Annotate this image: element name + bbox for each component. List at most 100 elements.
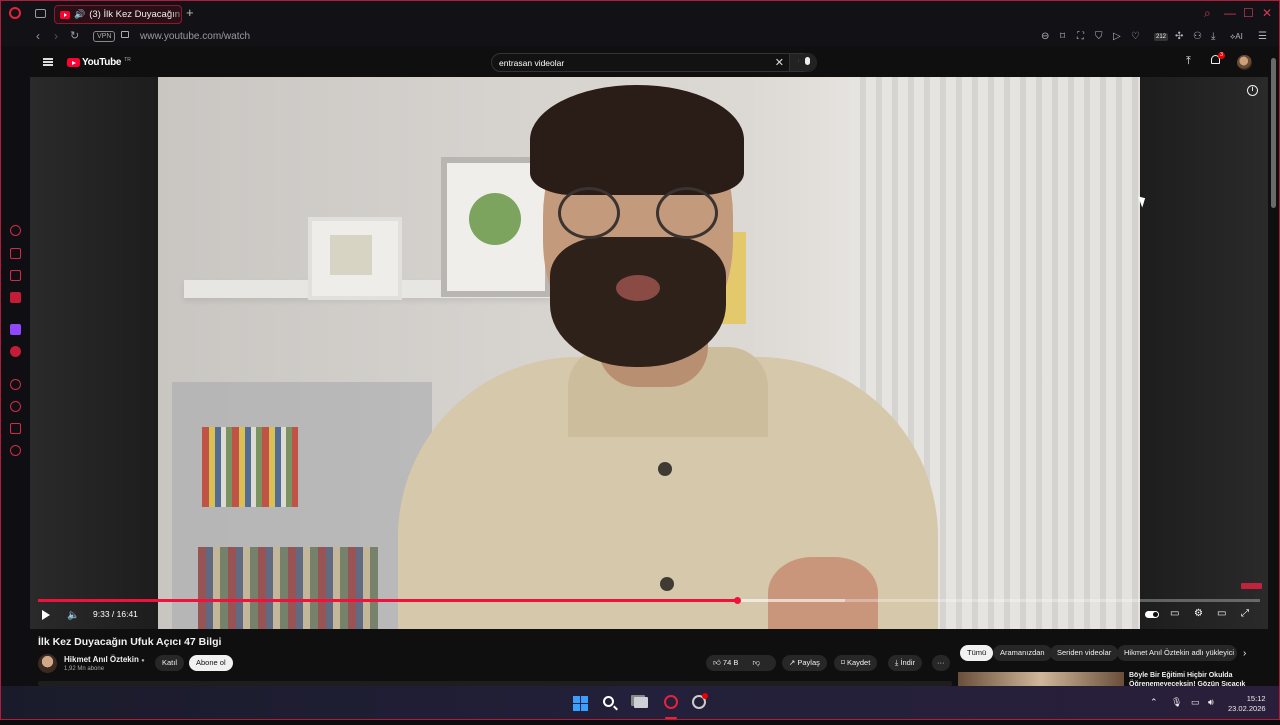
- share-button[interactable]: ↗ Paylaş: [782, 655, 827, 671]
- channel-avatar[interactable]: [38, 654, 57, 673]
- extensions-sidebar-icon[interactable]: [10, 423, 21, 434]
- scrubber-handle[interactable]: [733, 597, 741, 604]
- youtube-play-icon: [67, 58, 80, 67]
- new-tab-button[interactable]: +: [186, 5, 194, 20]
- time-display: 9:33 / 16:41: [93, 609, 138, 619]
- aria-ai-button[interactable]: ⟡AI: [1230, 32, 1243, 42]
- player-sidebar-icon[interactable]: [10, 379, 21, 390]
- chip-from-search[interactable]: Aramanızdan: [993, 645, 1052, 661]
- reload-icon[interactable]: ↻: [70, 29, 79, 42]
- forward-icon[interactable]: ›: [54, 29, 58, 43]
- more-actions-button[interactable]: ···: [932, 655, 950, 671]
- downloads-icon[interactable]: ⤓: [1211, 31, 1215, 42]
- shirt-button: [660, 577, 674, 591]
- tab-audio-icon[interactable]: 🔊: [74, 9, 85, 20]
- microphone-icon[interactable]: 🎙︎: [1171, 697, 1182, 708]
- search-input[interactable]: entrasan videolar ✕: [491, 53, 790, 72]
- page-scrollbar[interactable]: [1268, 46, 1280, 686]
- info-icon[interactable]: i: [1247, 85, 1258, 96]
- url-field[interactable]: www.youtube.com/watch: [140, 31, 250, 42]
- save-button[interactable]: ⌑ Kaydet: [834, 655, 878, 671]
- scrollbar-thumb[interactable]: [1271, 58, 1276, 208]
- notifications-badge: 3: [1218, 52, 1225, 59]
- zoom-icon[interactable]: ⊖: [1041, 31, 1049, 42]
- tab-manager-icon[interactable]: [35, 9, 46, 18]
- player-icon[interactable]: ▷: [1113, 31, 1121, 42]
- gx-app-taskbar-icon[interactable]: [692, 693, 708, 709]
- display-icon[interactable]: ▭: [1191, 697, 1200, 708]
- ublock-icon[interactable]: [10, 346, 21, 357]
- channel-name-text: Hikmet Anıl Öztekin: [64, 655, 139, 664]
- lock-icon[interactable]: [121, 31, 129, 38]
- minimize-button[interactable]: —: [1224, 6, 1236, 20]
- taskbar-clock[interactable]: 15:12 23.02.2026: [1228, 694, 1266, 714]
- settings-icon[interactable]: [10, 445, 21, 456]
- download-button[interactable]: ⤓ İndir: [888, 655, 922, 671]
- books-lower: [198, 547, 378, 629]
- account-avatar[interactable]: [1237, 55, 1252, 70]
- settings-gear-icon[interactable]: ⚙: [1194, 608, 1203, 619]
- opera-gx-menu-icon[interactable]: [9, 7, 21, 19]
- windows-start-icon[interactable]: [573, 696, 588, 711]
- hamburger-menu-icon[interactable]: [43, 58, 53, 60]
- chip-all[interactable]: Tümü: [960, 645, 994, 661]
- ambient-right: [1140, 77, 1268, 629]
- like-button[interactable]: 👍︎ 74 B: [713, 658, 738, 667]
- like-dislike-group: 👍︎ 74 B 👎︎: [706, 655, 776, 671]
- dislike-icon[interactable]: 👎︎: [752, 658, 760, 667]
- autoplay-toggle[interactable]: [1145, 611, 1159, 618]
- shield-icon[interactable]: ⛉: [1095, 31, 1103, 42]
- back-icon[interactable]: ‹: [36, 29, 40, 43]
- suggestion-title[interactable]: Böyle Bir Eğitimi Hiçbir Okulda Öğreneme…: [1129, 671, 1249, 686]
- save-label: Kaydet: [846, 658, 871, 667]
- fullscreen-icon[interactable]: ⤢: [1241, 608, 1249, 619]
- chips-next-icon[interactable]: ›: [1243, 648, 1246, 659]
- opera-gx-taskbar-icon[interactable]: [664, 695, 678, 709]
- tray-overflow-icon[interactable]: ⌃: [1150, 697, 1158, 708]
- gx-control-icon[interactable]: [10, 225, 21, 236]
- youtube-header: YouTube TR entrasan videolar ✕ ⤒ 3: [30, 46, 1268, 77]
- theater-mode-icon[interactable]: ▭: [1217, 608, 1226, 619]
- taskbar-search-icon[interactable]: [603, 696, 614, 707]
- active-app-indicator: [665, 717, 677, 719]
- adblock-count-badge[interactable]: 212: [1154, 33, 1169, 41]
- download-label: İndir: [900, 658, 915, 667]
- volume-tray-icon[interactable]: 🔊︎: [1208, 697, 1214, 708]
- twitch-icon[interactable]: [10, 324, 21, 335]
- voice-search-icon[interactable]: [798, 53, 817, 72]
- tab-youtube[interactable]: 🔊 (3) İlk Kez Duyacağın U: [54, 5, 182, 24]
- chip-series[interactable]: Seriden videolar: [1050, 645, 1119, 661]
- close-button[interactable]: ✕: [1262, 6, 1272, 20]
- channel-watermark[interactable]: [1241, 583, 1262, 589]
- gx-sounds-icon[interactable]: [10, 270, 21, 281]
- profile-icon[interactable]: ⚇: [1193, 31, 1202, 42]
- snapshot-icon[interactable]: ⛶: [1077, 31, 1084, 42]
- create-upload-icon[interactable]: ⤒: [1186, 55, 1191, 68]
- messenger-icon[interactable]: [10, 292, 21, 303]
- clock-date: 23.02.2026: [1228, 704, 1266, 713]
- progress-bar[interactable]: [38, 597, 1260, 604]
- youtube-logo[interactable]: YouTube TR: [67, 57, 131, 68]
- channel-name[interactable]: Hikmet Anıl Öztekin ●: [64, 655, 145, 664]
- suggestion-thumbnail[interactable]: [958, 672, 1124, 686]
- gx-corner-icon[interactable]: [10, 248, 21, 259]
- subscribe-button[interactable]: Abone ol: [189, 655, 233, 671]
- easy-setup-icon[interactable]: ☰: [1258, 31, 1267, 42]
- clear-search-icon[interactable]: ✕: [775, 56, 784, 69]
- vpn-badge[interactable]: VPN: [93, 31, 116, 42]
- video-title: İlk Kez Duyacağın Ufuk Açıcı 47 Bilgi: [38, 636, 222, 648]
- join-button[interactable]: Katıl: [155, 655, 185, 671]
- play-icon[interactable]: [42, 610, 50, 620]
- task-view-icon[interactable]: [634, 697, 648, 708]
- bookmark-page-icon[interactable]: ⌑: [1060, 31, 1065, 42]
- maximize-button[interactable]: ☐: [1243, 6, 1254, 20]
- extensions-icon[interactable]: ✣: [1175, 31, 1183, 42]
- volume-icon[interactable]: 🔈: [67, 610, 79, 621]
- heart-icon[interactable]: ♡: [1131, 31, 1140, 42]
- subtitles-icon[interactable]: ▭: [1170, 608, 1179, 619]
- browser-search-button[interactable]: ⌕: [1204, 6, 1211, 21]
- history-icon[interactable]: [10, 401, 21, 412]
- like-count: 74 B: [722, 658, 739, 667]
- chip-uploader[interactable]: Hikmet Anıl Öztekin adlı yükleyici: [1117, 645, 1237, 661]
- video-player[interactable]: i 🔈 9:33 / 16:41 ▭ ⚙ ▭ ⤢: [30, 77, 1268, 629]
